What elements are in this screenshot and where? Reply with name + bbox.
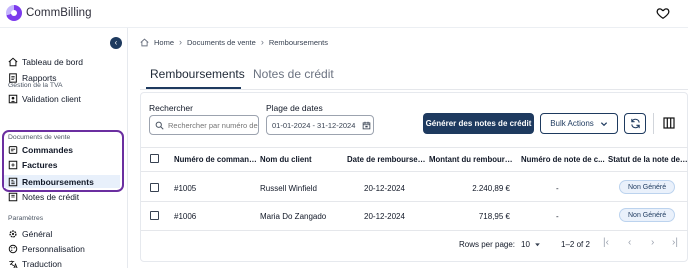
select-all-checkbox[interactable] xyxy=(150,154,159,163)
row-divider xyxy=(141,201,688,202)
sidebar-item-label: Factures xyxy=(22,160,58,170)
table-header-divider xyxy=(141,171,688,172)
bulk-actions-button[interactable]: Bulk Actions xyxy=(540,113,618,134)
active-tab-indicator xyxy=(146,87,241,89)
sidebar-section-title: Gestion de la TVA xyxy=(8,82,63,89)
sidebar-item-label: Personnalisation xyxy=(22,244,85,254)
sidebar-item-dashboard[interactable]: Tableau de bord xyxy=(8,57,83,67)
logo-icon xyxy=(6,5,22,21)
refunds-card: Rechercher Plage de dates 01-01-2024 - 3… xyxy=(140,92,688,262)
generate-credit-notes-button[interactable]: Générer des notes de crédit xyxy=(423,113,534,134)
search-field[interactable] xyxy=(149,115,259,135)
sidebar-collapse-button[interactable]: ‹ xyxy=(110,37,122,49)
sidebar-item-translation[interactable]: Traduction xyxy=(8,259,62,268)
column-header-credit-note-number[interactable]: Numéro de note de c... xyxy=(521,155,605,164)
date-range-value: 01-01-2024 - 31-12-2024 xyxy=(272,120,356,130)
home-icon xyxy=(140,38,149,46)
refresh-button[interactable] xyxy=(624,113,646,134)
previous-page-icon[interactable]: ‹ xyxy=(628,237,631,248)
client-name-cell: Maria Do Zangado xyxy=(260,212,327,221)
sidebar-item-customization[interactable]: Personnalisation xyxy=(8,244,85,254)
sidebar-item-label: Tableau de bord xyxy=(22,57,83,67)
credit-note-number-cell: - xyxy=(556,212,559,221)
sidebar-item-general[interactable]: Général xyxy=(8,229,52,239)
top-bar: CommBilling xyxy=(0,0,688,28)
pagination-range: 1–2 of 2 xyxy=(561,240,590,249)
sidebar-item-label: Remboursements xyxy=(22,176,94,187)
last-page-icon[interactable]: ›| xyxy=(672,237,678,248)
sidebar-item-invoices[interactable]: Factures xyxy=(8,160,57,170)
order-number-cell[interactable]: #1006 xyxy=(174,212,196,221)
client-name-cell: Russell Winfield xyxy=(260,184,317,193)
column-header-client-name[interactable]: Nom du client xyxy=(260,155,342,164)
next-page-icon[interactable]: › xyxy=(651,237,654,248)
sidebar-item-orders[interactable]: Commandes xyxy=(8,145,73,155)
refund-amount-cell: 2.240,89 € xyxy=(472,184,510,193)
gear-icon xyxy=(9,230,17,238)
sidebar-section-title: Documents de vente xyxy=(8,134,71,141)
columns-icon[interactable] xyxy=(663,117,675,129)
translate-icon xyxy=(9,260,18,268)
rows-per-page-value: 10 xyxy=(521,240,530,249)
tabs: Remboursements Notes de crédit xyxy=(140,60,688,90)
bulk-actions-label: Bulk Actions xyxy=(550,119,594,128)
user-check-icon xyxy=(8,94,18,104)
palette-icon xyxy=(8,244,18,254)
toolbar-divider xyxy=(653,113,654,134)
app-name: CommBilling xyxy=(26,7,92,19)
sidebar-item-label: Validation client xyxy=(22,94,81,104)
tabs-divider xyxy=(140,89,688,90)
row-checkbox[interactable] xyxy=(150,183,159,192)
invoice-icon xyxy=(8,160,18,170)
sidebar-item-customer-validation[interactable]: Validation client xyxy=(8,94,81,104)
search-input[interactable] xyxy=(168,120,258,130)
tab-refunds[interactable]: Remboursements xyxy=(150,67,245,81)
home-icon xyxy=(8,57,18,67)
date-range-picker[interactable]: 01-01-2024 - 31-12-2024 xyxy=(266,115,374,135)
refresh-icon xyxy=(630,118,640,129)
first-page-icon[interactable]: |‹ xyxy=(603,237,609,248)
breadcrumb-current: Remboursements xyxy=(268,37,329,47)
sidebar-item-label: Commandes xyxy=(22,145,74,155)
tab-credit-notes[interactable]: Notes de crédit xyxy=(253,67,334,81)
rows-per-page-select[interactable]: 10 xyxy=(521,240,541,249)
chevron-right-icon: › xyxy=(179,37,183,47)
search-icon xyxy=(155,121,164,130)
chevron-right-icon: › xyxy=(260,37,264,47)
heart-icon[interactable] xyxy=(656,6,670,20)
sidebar-item-label: Notes de crédit xyxy=(22,192,80,202)
status-badge: Non Généré xyxy=(619,208,676,222)
caret-down-icon xyxy=(535,243,540,247)
breadcrumb-home[interactable]: Home xyxy=(154,38,174,47)
refund-icon xyxy=(8,177,18,186)
refund-date-cell: 20-12-2024 xyxy=(364,184,405,193)
search-label: Rechercher xyxy=(149,103,193,113)
row-divider xyxy=(141,230,688,231)
date-range-label: Plage de dates xyxy=(266,103,323,113)
sidebar-item-refunds[interactable]: Remboursements xyxy=(4,175,120,188)
column-header-refund-date[interactable]: Date de remboursem... xyxy=(347,155,427,164)
row-checkbox[interactable] xyxy=(150,211,159,220)
sidebar-section-title: Paramètres xyxy=(8,215,44,222)
sidebar-item-label: Général xyxy=(22,229,53,239)
calendar-icon[interactable] xyxy=(362,121,371,130)
sidebar-item-label: Traduction xyxy=(22,259,62,268)
credit-note-number-cell: - xyxy=(556,184,559,193)
cart-icon xyxy=(8,146,18,154)
sidebar-item-credit-notes[interactable]: Notes de crédit xyxy=(8,192,79,202)
column-header-order-number[interactable]: Numéro de commande xyxy=(174,155,258,164)
status-badge: Non Généré xyxy=(619,180,676,194)
order-number-cell[interactable]: #1005 xyxy=(174,184,196,193)
chevron-down-icon xyxy=(600,121,607,126)
credit-note-icon xyxy=(8,192,18,202)
breadcrumb-sales-documents[interactable]: Documents de vente xyxy=(187,38,256,47)
column-header-credit-note-status[interactable]: Statut de la note de c... xyxy=(608,155,688,164)
column-header-refund-amount[interactable]: Montant du rembours... xyxy=(429,155,515,164)
rows-per-page-label: Rows per page: xyxy=(459,240,516,249)
breadcrumb: Home › Documents de vente › Remboursemen… xyxy=(140,37,328,47)
refund-date-cell: 20-12-2024 xyxy=(364,212,405,221)
refund-amount-cell: 718,95 € xyxy=(478,212,510,221)
table-top-border xyxy=(141,147,688,148)
app-logo[interactable]: CommBilling xyxy=(6,5,92,21)
